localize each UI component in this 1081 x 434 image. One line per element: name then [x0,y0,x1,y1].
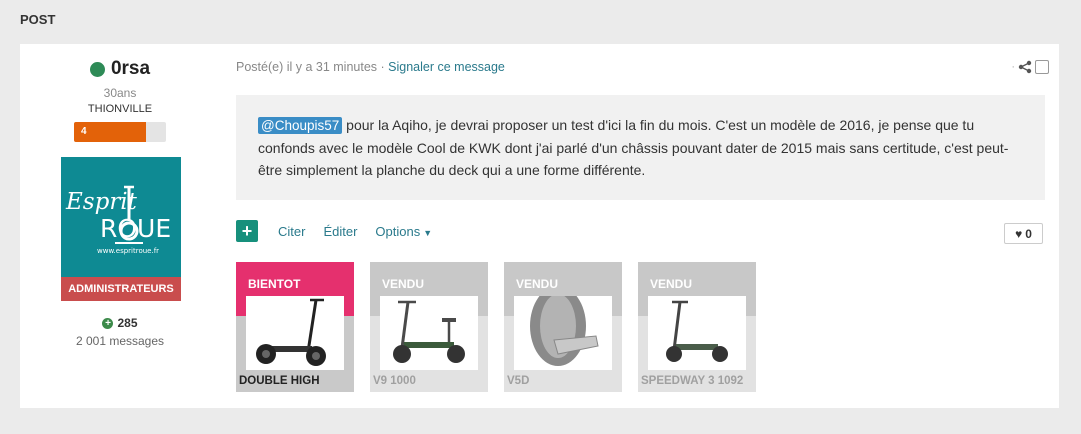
product-name: SPEEDWAY 3 1092 [641,375,744,387]
scooter-image [393,300,465,363]
product-name: V5D [507,375,530,387]
product-card[interactable]: BIENTOT DOUBLE HIGH [236,262,354,392]
product-image [514,296,612,370]
author-name[interactable]: 0rsa [111,58,150,80]
product-status: VENDU [650,277,693,291]
product-image [246,296,344,370]
product-status: BIENTOT [248,277,301,291]
post-container: 0rsa 30ans THIONVILLE 4 Esprit ROUE www.… [20,44,1059,408]
rank-progress-bar: 4 [74,122,166,142]
multiquote-add-button[interactable]: + [236,220,258,242]
online-status-icon [89,61,105,77]
product-status: VENDU [382,277,425,291]
reputation: + 285 [60,316,180,330]
share-icon[interactable] [1018,60,1032,74]
author-city: THIONVILLE [87,103,153,115]
product-status: VENDU [516,277,559,291]
logo-text-esprit: Esprit [65,189,138,215]
select-post-checkbox[interactable] [1035,60,1049,74]
like-button[interactable]: ♥ 0 [1004,223,1043,244]
author-age: 30ans [103,86,137,100]
product-image [380,296,478,370]
reputation-plus-icon: + [102,317,114,329]
author-name-row: 0rsa [60,58,180,80]
product-image [648,296,746,370]
quote-button[interactable]: Citer [278,224,305,239]
product-name: DOUBLE HIGH [239,375,320,387]
espritroue-logo: Esprit ROUE www.espritroue.fr [61,157,181,277]
logo-text-roue: ROUE [100,214,171,243]
tools-separator: · [1011,61,1015,73]
options-dropdown[interactable]: Options ▼ [375,224,432,239]
edit-button[interactable]: Éditer [323,224,357,239]
product-name: V9 1000 [373,375,416,387]
report-link[interactable]: Signaler ce message [388,60,505,74]
heart-icon: ♥ [1015,226,1023,241]
post-meta: Posté(e) il y a 31 minutes · Signaler ce… [236,60,505,74]
options-label: Options [375,223,421,239]
product-card[interactable]: VENDU SPEEDWAY 3 1092 [638,262,756,392]
post-body: @Choupis57 pour la Aqiho, je devrai prop… [236,95,1045,200]
like-count: 0 [1025,226,1032,241]
group-badge: ADMINISTRATEURS [61,277,181,301]
post-tools: · [1011,60,1049,74]
author-panel: 0rsa 30ans THIONVILLE 4 [60,58,180,142]
logo-url: www.espritroue.fr [97,247,159,255]
user-mention[interactable]: @Choupis57 [258,117,343,134]
avatar[interactable]: Esprit ROUE www.espritroue.fr ADMINISTRA… [61,157,181,301]
scooter-image [666,300,728,362]
rank-level: 4 [81,126,87,137]
message-count: 2 001 messages [75,334,165,348]
author-stats: + 285 2 001 messages [60,316,180,348]
post-actions: + Citer Éditer Options ▼ [236,220,450,242]
caret-down-icon: ▼ [423,227,433,238]
section-title: POST [20,12,56,27]
unicycle-image [530,296,599,366]
post-date: Posté(e) il y a 31 minutes · [236,60,389,74]
scooter-image [256,298,326,366]
product-card[interactable]: VENDU V5D [504,262,622,392]
product-card[interactable]: VENDU V9 1000 [370,262,488,392]
product-cards: BIENTOT DOUBLE HIGH VENDU V9 1000 VENDU … [236,262,756,392]
reputation-value: 285 [117,316,138,330]
post-text: pour la Aqiho, je devrai proposer un tes… [258,117,1009,178]
